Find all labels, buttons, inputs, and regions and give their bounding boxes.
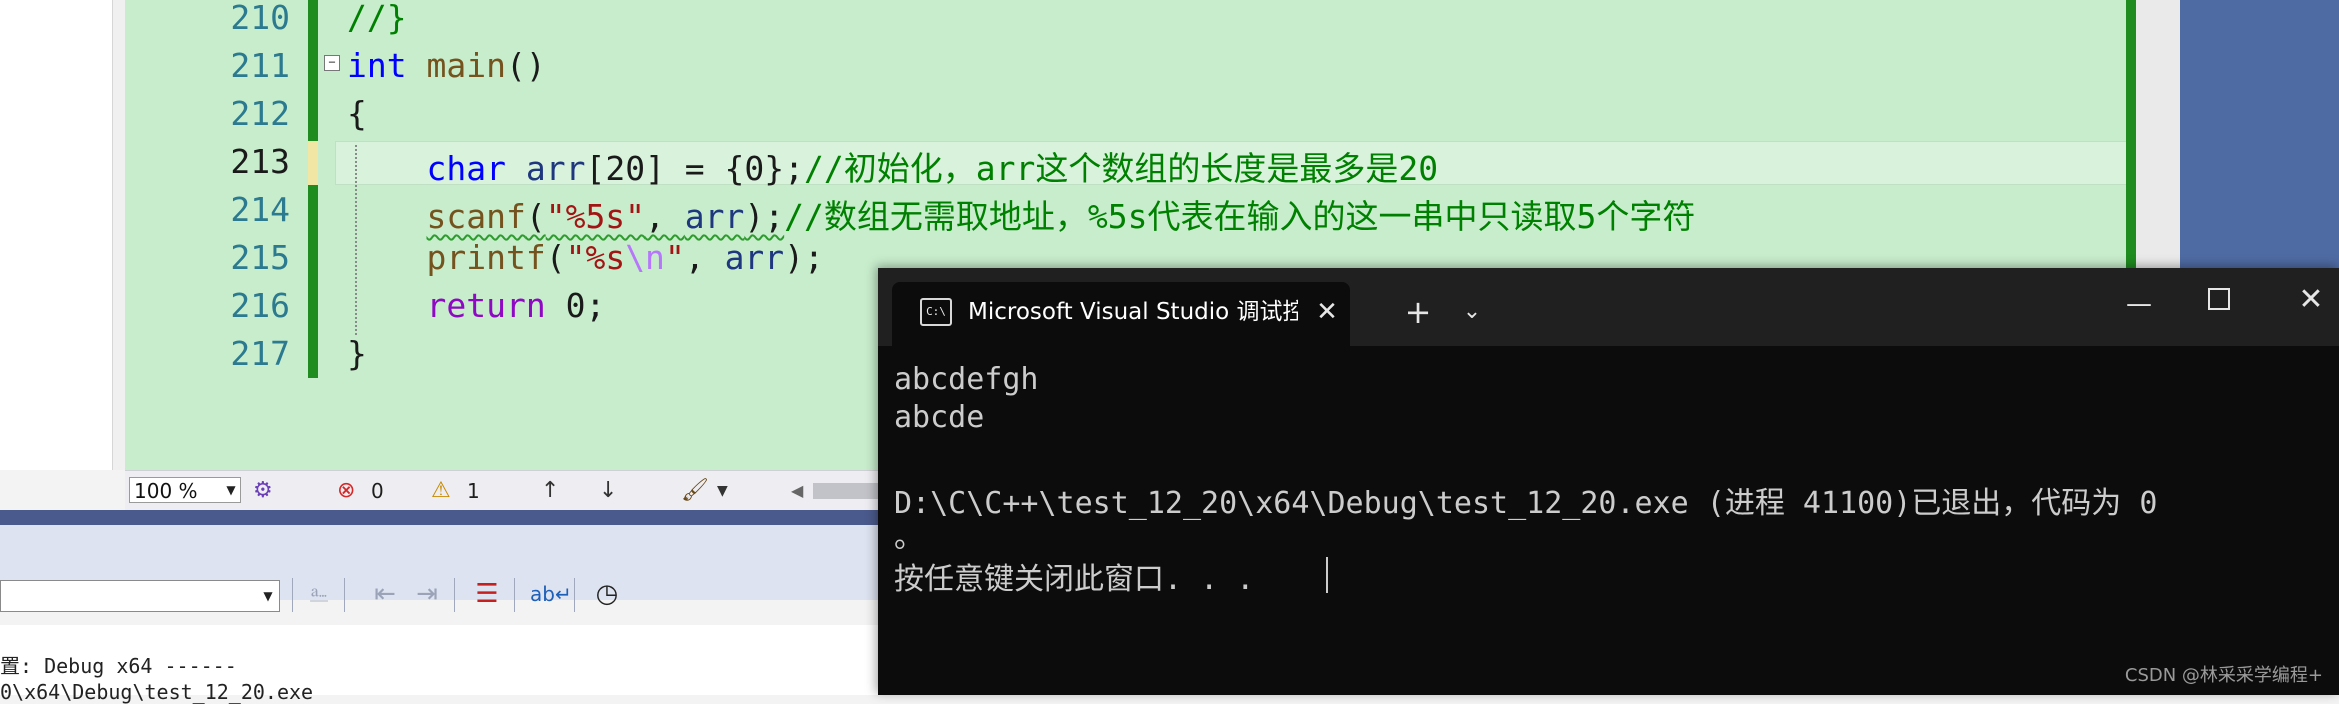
toolbar-separator — [454, 578, 455, 612]
code-cleanup-icon[interactable]: 🖌 — [681, 471, 709, 511]
warning-icon[interactable]: ⚠ — [431, 471, 451, 511]
debug-console-window[interactable]: C:\ Microsoft Visual Studio 调试控制台 ✕ + ⌄ … — [878, 268, 2339, 695]
minimize-icon[interactable]: — — [2114, 284, 2164, 324]
output-line: 置: Debug x64 ------ — [0, 654, 237, 678]
output-line: 0\x64\Debug\test_12_20.exe — [0, 680, 314, 704]
close-tab-icon[interactable]: ✕ — [1312, 294, 1342, 330]
code-escape: \n — [625, 238, 665, 277]
line-number-gutter: 210 211 212 213 214 215 216 217 — [125, 0, 310, 470]
code-variable: arr — [724, 238, 785, 277]
tab-title: Microsoft Visual Studio 调试控制台 — [968, 299, 1298, 325]
code-function: scanf — [426, 197, 526, 236]
previous-message-icon[interactable]: ⇤ — [368, 576, 402, 612]
find-message-icon[interactable]: ⎁ — [302, 576, 336, 612]
code-punct: ); — [744, 197, 785, 236]
code-keyword: int — [347, 46, 407, 85]
code-keyword: return — [426, 286, 546, 325]
console-line: 。 — [894, 520, 924, 555]
code-string: "%5s" — [545, 197, 646, 236]
chevron-down-icon[interactable]: ⌄ — [1452, 292, 1492, 332]
terminal-icon: C:\ — [920, 298, 952, 326]
code-comment: //初始化，arr这个数组的长度是最多是20 — [804, 149, 1439, 188]
code-line-212: { — [347, 94, 367, 133]
code-punct: ( — [545, 238, 566, 277]
code-line-215: printf("%s\n", arr); — [347, 238, 824, 277]
chevron-down-icon[interactable]: ▼ — [258, 580, 278, 612]
code-punct: () — [505, 46, 546, 85]
console-line: abcdefgh — [894, 362, 1039, 397]
code-punct: ( — [525, 197, 546, 236]
change-tracking-unsaved — [308, 141, 318, 185]
code-line-217: } — [347, 334, 367, 373]
new-tab-button[interactable]: + — [1398, 292, 1438, 332]
line-number: 212 — [230, 94, 290, 133]
line-number-current: 213 — [230, 142, 290, 181]
console-title-bar[interactable]: C:\ Microsoft Visual Studio 调试控制台 ✕ + ⌄ … — [878, 268, 2339, 346]
line-number: 216 — [230, 286, 290, 325]
toolbar-separator — [344, 578, 345, 612]
console-tab[interactable]: C:\ Microsoft Visual Studio 调试控制台 ✕ — [892, 282, 1350, 346]
code-punct: , — [684, 238, 725, 277]
code-brace: } — [347, 334, 367, 373]
intellicode-icon[interactable]: ⚙ — [253, 471, 273, 511]
console-line: D:\C\C++\test_12_20\x64\Debug\test_12_20… — [894, 486, 2158, 521]
code-comment: //} — [347, 0, 407, 37]
toolbar-separator — [292, 578, 293, 612]
code-line-216: return 0; — [347, 286, 605, 325]
scroll-left-icon[interactable]: ◀ — [791, 471, 803, 511]
code-comment: //数组无需取地址，%5s代表在输入的这一串中只读取5个字符 — [784, 197, 1696, 236]
close-window-icon[interactable]: ✕ — [2286, 280, 2336, 320]
line-number: 214 — [230, 190, 290, 229]
error-count[interactable]: 0 — [371, 471, 384, 511]
code-line-211: int main() — [347, 46, 546, 85]
output-source-select[interactable] — [0, 580, 280, 612]
code-line-210: //} — [347, 0, 407, 37]
text-cursor — [1326, 557, 1328, 593]
word-wrap-icon[interactable]: ab↵ — [530, 576, 572, 612]
code-function: main — [426, 46, 506, 85]
output-panel: 置: Debug x64 ------ 0\x64\Debug\test_12_… — [0, 625, 880, 704]
code-string: " — [664, 238, 685, 277]
chevron-down-icon[interactable]: ▼ — [717, 471, 728, 511]
line-number: 211 — [230, 46, 290, 85]
console-line: abcde — [894, 400, 985, 435]
code-string: "%s — [565, 238, 626, 277]
next-issue-button[interactable]: ↓ — [599, 471, 617, 511]
console-line: 按任意键关闭此窗口. . . — [894, 562, 1255, 597]
toolbar-separator — [574, 578, 575, 612]
code-keyword: char — [426, 149, 506, 188]
warning-count[interactable]: 1 — [467, 471, 480, 511]
solution-explorer-panel — [0, 0, 113, 470]
warning-squiggle[interactable]: scanf("%5s", arr); — [426, 197, 784, 236]
code-punct: , — [645, 197, 685, 236]
error-icon[interactable]: ⊗ — [337, 471, 355, 511]
line-number: 217 — [230, 334, 290, 373]
code-line-213: char arr[20] = {0};//初始化，arr这个数组的长度是最多是2… — [347, 142, 1438, 190]
chevron-down-icon[interactable]: ▼ — [223, 477, 239, 503]
line-number: 210 — [230, 0, 290, 37]
code-punct: ); — [784, 238, 824, 277]
toolbar-separator — [514, 578, 515, 612]
clear-all-icon[interactable]: ☰ — [470, 576, 504, 612]
previous-issue-button[interactable]: ↑ — [541, 471, 559, 511]
line-number: 215 — [230, 238, 290, 277]
code-variable: arr — [684, 197, 745, 236]
watermark: CSDN @林采采学编程+ — [2124, 665, 2323, 686]
maximize-icon[interactable] — [2208, 288, 2230, 310]
ide-background — [0, 510, 880, 526]
code-text: 0; — [545, 286, 606, 325]
collapse-icon[interactable]: − — [324, 55, 340, 71]
timestamp-icon[interactable]: ◷ — [590, 576, 624, 612]
code-function: printf — [426, 238, 546, 277]
next-message-icon[interactable]: ⇥ — [410, 576, 444, 612]
code-line-214: scanf("%5s", arr);//数组无需取地址，%5s代表在输入的这一串… — [347, 190, 1695, 238]
panel-splitter[interactable] — [113, 0, 125, 470]
code-variable: arr — [525, 149, 586, 188]
change-tracking-bar — [308, 0, 318, 378]
code-brace: { — [347, 94, 367, 133]
code-text: [20] = {0}; — [585, 149, 804, 188]
